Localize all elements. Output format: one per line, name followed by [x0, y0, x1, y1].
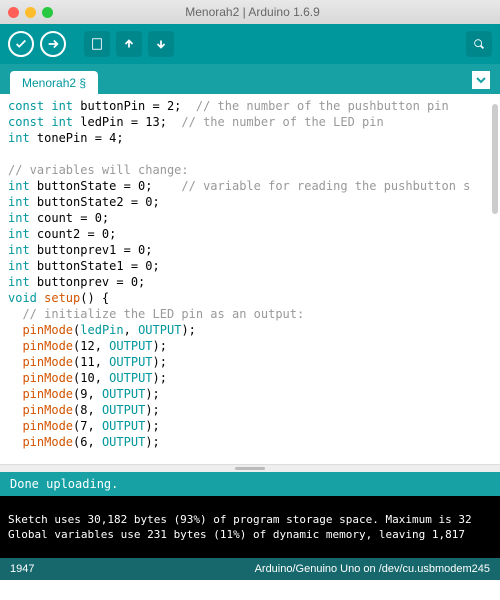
toolbar: [0, 24, 500, 64]
titlebar: Menorah2 | Arduino 1.6.9: [0, 0, 500, 24]
console[interactable]: Sketch uses 30,182 bytes (93%) of progra…: [0, 496, 500, 558]
board-info: Arduino/Genuino Uno on /dev/cu.usbmodem2…: [255, 563, 490, 575]
close-icon[interactable]: [8, 7, 19, 18]
minimize-icon[interactable]: [25, 7, 36, 18]
tab-bar: Menorah2 §: [0, 64, 500, 94]
bottom-bar: 1947 Arduino/Genuino Uno on /dev/cu.usbm…: [0, 558, 500, 580]
line-number: 1947: [10, 563, 34, 575]
open-button[interactable]: [116, 31, 142, 57]
status-text: Done uploading.: [10, 477, 118, 491]
console-line: Sketch uses 30,182 bytes (93%) of progra…: [8, 512, 492, 527]
serial-monitor-button[interactable]: [466, 31, 492, 57]
new-button[interactable]: [84, 31, 110, 57]
window-title: Menorah2 | Arduino 1.6.9: [53, 5, 452, 19]
zoom-icon[interactable]: [42, 7, 53, 18]
code-editor[interactable]: const int buttonPin = 2; // the number o…: [0, 94, 500, 464]
tab-sketch[interactable]: Menorah2 §: [10, 71, 98, 94]
status-bar: Done uploading.: [0, 472, 500, 496]
traffic-lights: [8, 7, 53, 18]
upload-button[interactable]: [40, 31, 66, 57]
console-line: Global variables use 231 bytes (11%) of …: [8, 527, 492, 542]
verify-button[interactable]: [8, 31, 34, 57]
tab-menu-button[interactable]: [472, 71, 490, 89]
save-button[interactable]: [148, 31, 174, 57]
splitter[interactable]: [0, 464, 500, 472]
